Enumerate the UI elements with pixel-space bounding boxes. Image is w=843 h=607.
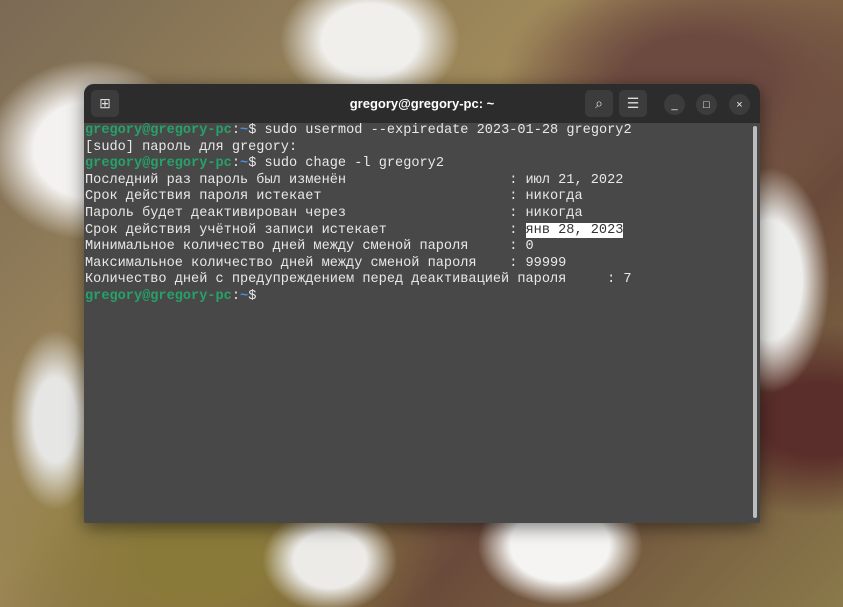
command-line-3: gregory@gregory-pc:~$: [85, 289, 750, 306]
command-text: sudo usermod --expiredate 2023-01-28 gre…: [256, 123, 632, 138]
close-icon: ×: [736, 98, 743, 111]
prompt-user-host: gregory@gregory-pc: [85, 156, 232, 172]
title-bar: gregory@gregory-pc: ~ ⊞ ⌕ ☰ _ □ ×: [84, 84, 760, 123]
prompt-colon: :: [231, 156, 241, 172]
hamburger-menu-icon: ☰: [626, 95, 640, 111]
prompt-colon: :: [231, 288, 241, 304]
minimize-icon: _: [671, 98, 678, 111]
new-tab-button[interactable]: ⊞: [91, 90, 119, 117]
output-line: Количество дней с предупреждением перед …: [85, 272, 632, 288]
output-line: Срок действия учётной записи истекает : …: [85, 222, 750, 240]
scrollbar[interactable]: [753, 126, 757, 518]
terminal-output[interactable]: gregory@gregory-pc:~$ sudo usermod --exp…: [85, 123, 750, 523]
command-line-1: gregory@gregory-pc:~$ sudo usermod --exp…: [85, 123, 750, 140]
command-line-2: gregory@gregory-pc:~$ sudo chage -l greg…: [85, 156, 750, 173]
output-line: Последний раз пароль был изменён : июл 2…: [85, 172, 624, 188]
close-button[interactable]: ×: [729, 94, 750, 115]
command-text: sudo chage -l gregory2: [256, 156, 444, 172]
prompt-user-host: gregory@gregory-pc: [85, 123, 232, 138]
output-line: Минимальное количество дней между сменой…: [85, 239, 534, 255]
output-line: Максимальное количество дней между смено…: [85, 255, 567, 271]
maximize-button[interactable]: □: [696, 94, 717, 115]
prompt-path: ~: [240, 156, 249, 172]
new-tab-icon: ⊞: [99, 95, 111, 111]
output-line: Срок действия пароля истекает : никогда: [85, 189, 583, 205]
prompt-path: ~: [240, 288, 249, 304]
search-button[interactable]: ⌕: [585, 90, 613, 117]
prompt-path: ~: [240, 123, 249, 138]
selected-text: янв 28, 2023: [525, 222, 624, 238]
maximize-icon: □: [703, 98, 710, 111]
sudo-prompt: [sudo] пароль для gregory:: [85, 139, 298, 155]
window-title: gregory@gregory-pc: ~: [349, 96, 495, 111]
prompt-user-host: gregory@gregory-pc: [85, 288, 232, 304]
terminal-window: gregory@gregory-pc: ~ ⊞ ⌕ ☰ _ □ × gregor…: [84, 84, 760, 523]
minimize-button[interactable]: _: [664, 94, 685, 115]
output-label: Срок действия учётной записи истекает :: [85, 222, 526, 238]
search-icon: ⌕: [595, 95, 603, 111]
prompt-symbol: $: [248, 288, 257, 304]
prompt-colon: :: [231, 123, 241, 138]
menu-button[interactable]: ☰: [619, 90, 647, 117]
output-line: Пароль будет деактивирован через : никог…: [85, 205, 583, 221]
